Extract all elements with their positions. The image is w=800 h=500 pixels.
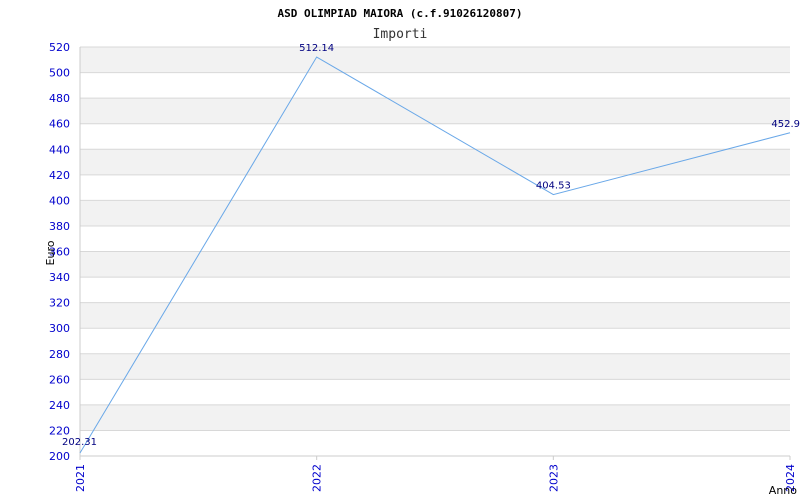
data-label: 452.9 <box>771 119 800 130</box>
y-axis-label: Euro <box>44 240 57 265</box>
grid-band <box>80 200 790 226</box>
y-tick-label: 520 <box>49 41 70 54</box>
x-tick-label: 2023 <box>547 464 560 492</box>
y-tick-label: 380 <box>49 220 70 233</box>
chart-title: ASD OLIMPIAD MAIORA (c.f.91026120807) <box>277 7 522 20</box>
x-tick-label: 2022 <box>311 464 324 492</box>
grid-band <box>80 302 790 329</box>
grid-band <box>80 149 790 175</box>
y-tick-label: 500 <box>49 67 70 80</box>
y-tick-label: 480 <box>49 92 70 105</box>
y-tick-label: 320 <box>49 297 70 310</box>
data-label: 512.14 <box>299 43 334 54</box>
grid-band <box>80 353 790 380</box>
y-tick-label: 340 <box>49 271 70 284</box>
plot-bands <box>80 47 790 431</box>
y-tick-label: 240 <box>49 399 70 412</box>
grid-band <box>80 404 790 431</box>
grid-band <box>80 98 790 124</box>
grid-band <box>80 251 790 278</box>
x-tick-labels: 2021 2022 2023 2024 <box>74 456 797 492</box>
chart-subtitle: Importi <box>373 27 428 42</box>
x-axis-label: Anno <box>769 484 797 497</box>
y-tick-label: 260 <box>49 373 70 386</box>
y-tick-label: 200 <box>49 450 70 463</box>
y-tick-label: 460 <box>49 118 70 131</box>
data-label: 404.53 <box>536 181 571 192</box>
y-tick-label: 280 <box>49 348 70 361</box>
y-tick-label: 400 <box>49 194 70 207</box>
y-tick-label: 440 <box>49 143 70 156</box>
y-tick-label: 300 <box>49 322 70 335</box>
data-label: 202.31 <box>62 437 97 448</box>
y-tick-label: 220 <box>49 424 70 437</box>
grid-band <box>80 47 790 73</box>
x-tick-label: 2021 <box>74 464 87 492</box>
y-tick-label: 420 <box>49 169 70 182</box>
chart: ASD OLIMPIAD MAIORA (c.f.91026120807) Im… <box>44 7 800 497</box>
